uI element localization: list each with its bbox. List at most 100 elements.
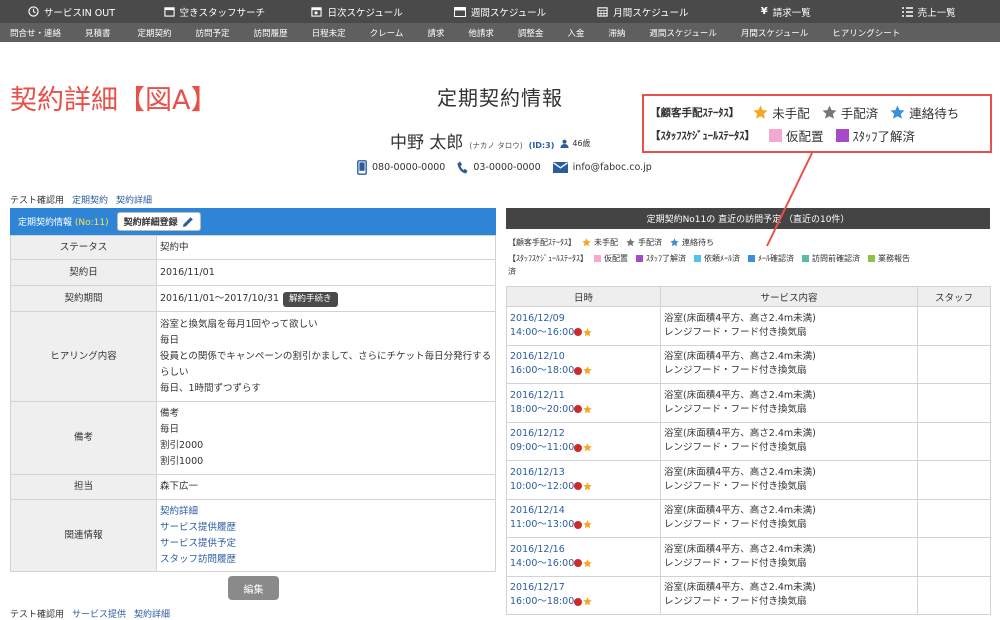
breadcrumb-detail[interactable]: 契約詳細 (116, 196, 152, 206)
visit-datetime[interactable]: 2016/12/17 16:00～18:00 (506, 575, 661, 615)
status-label: ステータス (10, 235, 157, 260)
breadcrumb-bottom-service[interactable]: サービス提供 (72, 610, 126, 620)
service-line: 浴室(床面積4平方、高さ2.4m未満) (664, 312, 816, 324)
visit-date[interactable]: 2016/12/14 (510, 504, 660, 518)
visit-row: 2016/12/14 11:00～13:00 浴室(床面積4平方、高さ2.4m未満)… (506, 498, 991, 538)
star-icon (582, 237, 591, 246)
visit-time[interactable]: 14:00～16:00 (510, 558, 574, 569)
subnav-claim[interactable]: クレーム (370, 27, 404, 39)
visit-time[interactable]: 18:00～20:00 (510, 404, 574, 415)
breadcrumb-prefix: テスト確認用 (10, 196, 65, 206)
visit-status (574, 559, 592, 568)
callout-text: ｽﾀｯﾌ了解済 (852, 129, 916, 144)
visit-status (574, 597, 592, 606)
breadcrumb-contract[interactable]: 定期契約 (72, 196, 108, 206)
visit-datetime[interactable]: 2016/12/11 18:00～20:00 (506, 383, 661, 423)
color-swatch (769, 129, 782, 142)
service-line: レンジフード・フード付き換気扇 (664, 519, 807, 531)
subnav-other-billing[interactable]: 他請求 (468, 27, 494, 39)
visit-date[interactable]: 2016/12/10 (510, 350, 660, 364)
notes-line: 備考 (160, 408, 180, 419)
nav-sales-list[interactable]: 売上一覧 (857, 0, 1000, 23)
subnav-inquiry[interactable]: 問合せ・連絡 (10, 27, 61, 39)
hearing-line: 浴室と換気扇を毎月1回やって欲しい (160, 318, 318, 330)
subnav-contract[interactable]: 定期契約 (138, 27, 172, 39)
visit-time[interactable]: 10:00～12:00 (510, 481, 574, 492)
contract-period-value: 2016/11/01～2017/10/31 (160, 292, 280, 304)
subnav-weekly-schedule[interactable]: 週間スケジュール (649, 27, 716, 39)
hearing-line: 役員との関係でキャンペーンの割引かまして、さらにチケット毎日分発行する (160, 350, 492, 362)
contact-email: info@faboc.co.jp (552, 162, 652, 173)
user-icon (560, 139, 569, 148)
cancel-contract-button[interactable]: 解約手続き (283, 291, 338, 307)
legend-text: 連絡待ち (682, 237, 714, 247)
calendar-icon (597, 7, 608, 17)
visit-datetime[interactable]: 2016/12/14 11:00～13:00 (506, 498, 661, 538)
visit-service: 浴室(床面積4平方、高さ2.4m未満) レンジフード・フード付き換気扇 (660, 306, 918, 346)
staff-value: 森下広一 (156, 474, 496, 500)
subnav-visit-history[interactable]: 訪問履歴 (254, 27, 288, 39)
register-detail-button[interactable]: 契約詳細登録 (116, 212, 201, 231)
visit-date[interactable]: 2016/12/16 (510, 543, 660, 557)
visit-time[interactable]: 16:00～18:00 (510, 365, 574, 376)
breadcrumb-bottom-detail[interactable]: 契約詳細 (134, 610, 170, 620)
visit-date[interactable]: 2016/12/13 (510, 466, 660, 480)
visit-time[interactable]: 14:00～16:00 (510, 327, 574, 338)
related-link-staff-visit-history[interactable]: スタッフ訪問履歴 (160, 552, 495, 568)
legend-awaiting-contact: 連絡待ち (670, 237, 714, 248)
service-line: 浴室(床面積4平方、高さ2.4m未満) (664, 389, 816, 401)
visit-date[interactable]: 2016/12/09 (510, 312, 660, 326)
contact-mobile-value: 080-0000-0000 (372, 162, 446, 173)
visit-time[interactable]: 16:00～18:00 (510, 596, 574, 607)
staff-status-icon (574, 559, 583, 568)
subnav-estimate[interactable]: 見積書 (85, 27, 111, 39)
customer-contacts: 080-0000-0000 03-0000-0000 info@faboc.co… (357, 160, 664, 175)
related-link-service-plan[interactable]: サービス提供予定 (160, 536, 495, 552)
color-swatch (835, 129, 849, 142)
nav-service-in-out[interactable]: サービスIN OUT (0, 0, 143, 23)
callout-provisional: 仮配置 (769, 126, 824, 145)
visit-service: 浴室(床面積4平方、高さ2.4m未満) レンジフード・フード付き換気扇 (660, 498, 918, 538)
subnav-hearing-sheet[interactable]: ヒアリングシート (832, 27, 900, 39)
contact-phone-value: 03-0000-0000 (473, 162, 541, 173)
subnav-adjustment[interactable]: 調整金 (518, 27, 544, 39)
color-swatch (802, 254, 809, 262)
nav-weekly-schedule[interactable]: 週間スケジュール (429, 0, 572, 23)
edit-button[interactable]: 編集 (228, 576, 279, 600)
visit-datetime[interactable]: 2016/12/09 14:00～16:00 (506, 306, 661, 346)
subnav-arrears[interactable]: 滞納 (608, 27, 625, 39)
visits-table-body: 2016/12/09 14:00～16:00 浴室(床面積4平方、高さ2.4m未満)… (506, 306, 991, 615)
staff-label: 担当 (10, 474, 157, 500)
legend-text: 仮配置 (604, 253, 628, 263)
visit-datetime[interactable]: 2016/12/16 14:00～16:00 (506, 537, 661, 577)
visit-datetime[interactable]: 2016/12/13 10:00～12:00 (506, 460, 661, 500)
visit-datetime[interactable]: 2016/12/10 16:00～18:00 (506, 344, 661, 384)
visit-status (574, 328, 592, 337)
nav-monthly-schedule[interactable]: 月間スケジュール (571, 0, 714, 23)
visit-date[interactable]: 2016/12/11 (510, 389, 660, 403)
customer-name: 中野 太郎 (390, 133, 464, 153)
subnav-monthly-schedule[interactable]: 月間スケジュール (741, 27, 808, 39)
visits-panel-header: 定期契約No11の 直近の訪問予定 （直近の10件） (506, 208, 990, 229)
nav-invoice-list[interactable]: ¥ 請求一覧 (714, 0, 857, 23)
nav-staff-search[interactable]: 空きスタッフサーチ (143, 0, 286, 23)
subnav-billing[interactable]: 請求 (427, 27, 444, 39)
visit-date[interactable]: 2016/12/12 (510, 427, 660, 441)
visit-time-line: 14:00～16:00 (510, 557, 660, 571)
contact-email-value[interactable]: info@faboc.co.jp (573, 162, 652, 173)
nav-daily-schedule[interactable]: 日次スケジュール (286, 0, 429, 23)
subnav-undecided[interactable]: 日程未定 (312, 27, 346, 39)
column-datetime: 日時 (506, 286, 661, 307)
visit-time[interactable]: 11:00～13:00 (510, 519, 574, 530)
related-link-contract-detail[interactable]: 契約詳細 (160, 504, 495, 520)
visit-date[interactable]: 2016/12/17 (510, 581, 660, 595)
related-link-service-history[interactable]: サービス提供履歴 (160, 520, 495, 536)
visit-time[interactable]: 09:00～11:00 (510, 442, 574, 453)
visit-time-line: 10:00～12:00 (510, 480, 660, 494)
clock-icon (28, 6, 39, 17)
color-swatch (594, 254, 601, 262)
customer-kana: (ナカノ タロウ) (469, 141, 523, 150)
subnav-visit-plan[interactable]: 訪問予定 (196, 27, 230, 39)
visit-datetime[interactable]: 2016/12/12 09:00～11:00 (506, 421, 661, 461)
subnav-payment[interactable]: 入金 (567, 27, 584, 39)
